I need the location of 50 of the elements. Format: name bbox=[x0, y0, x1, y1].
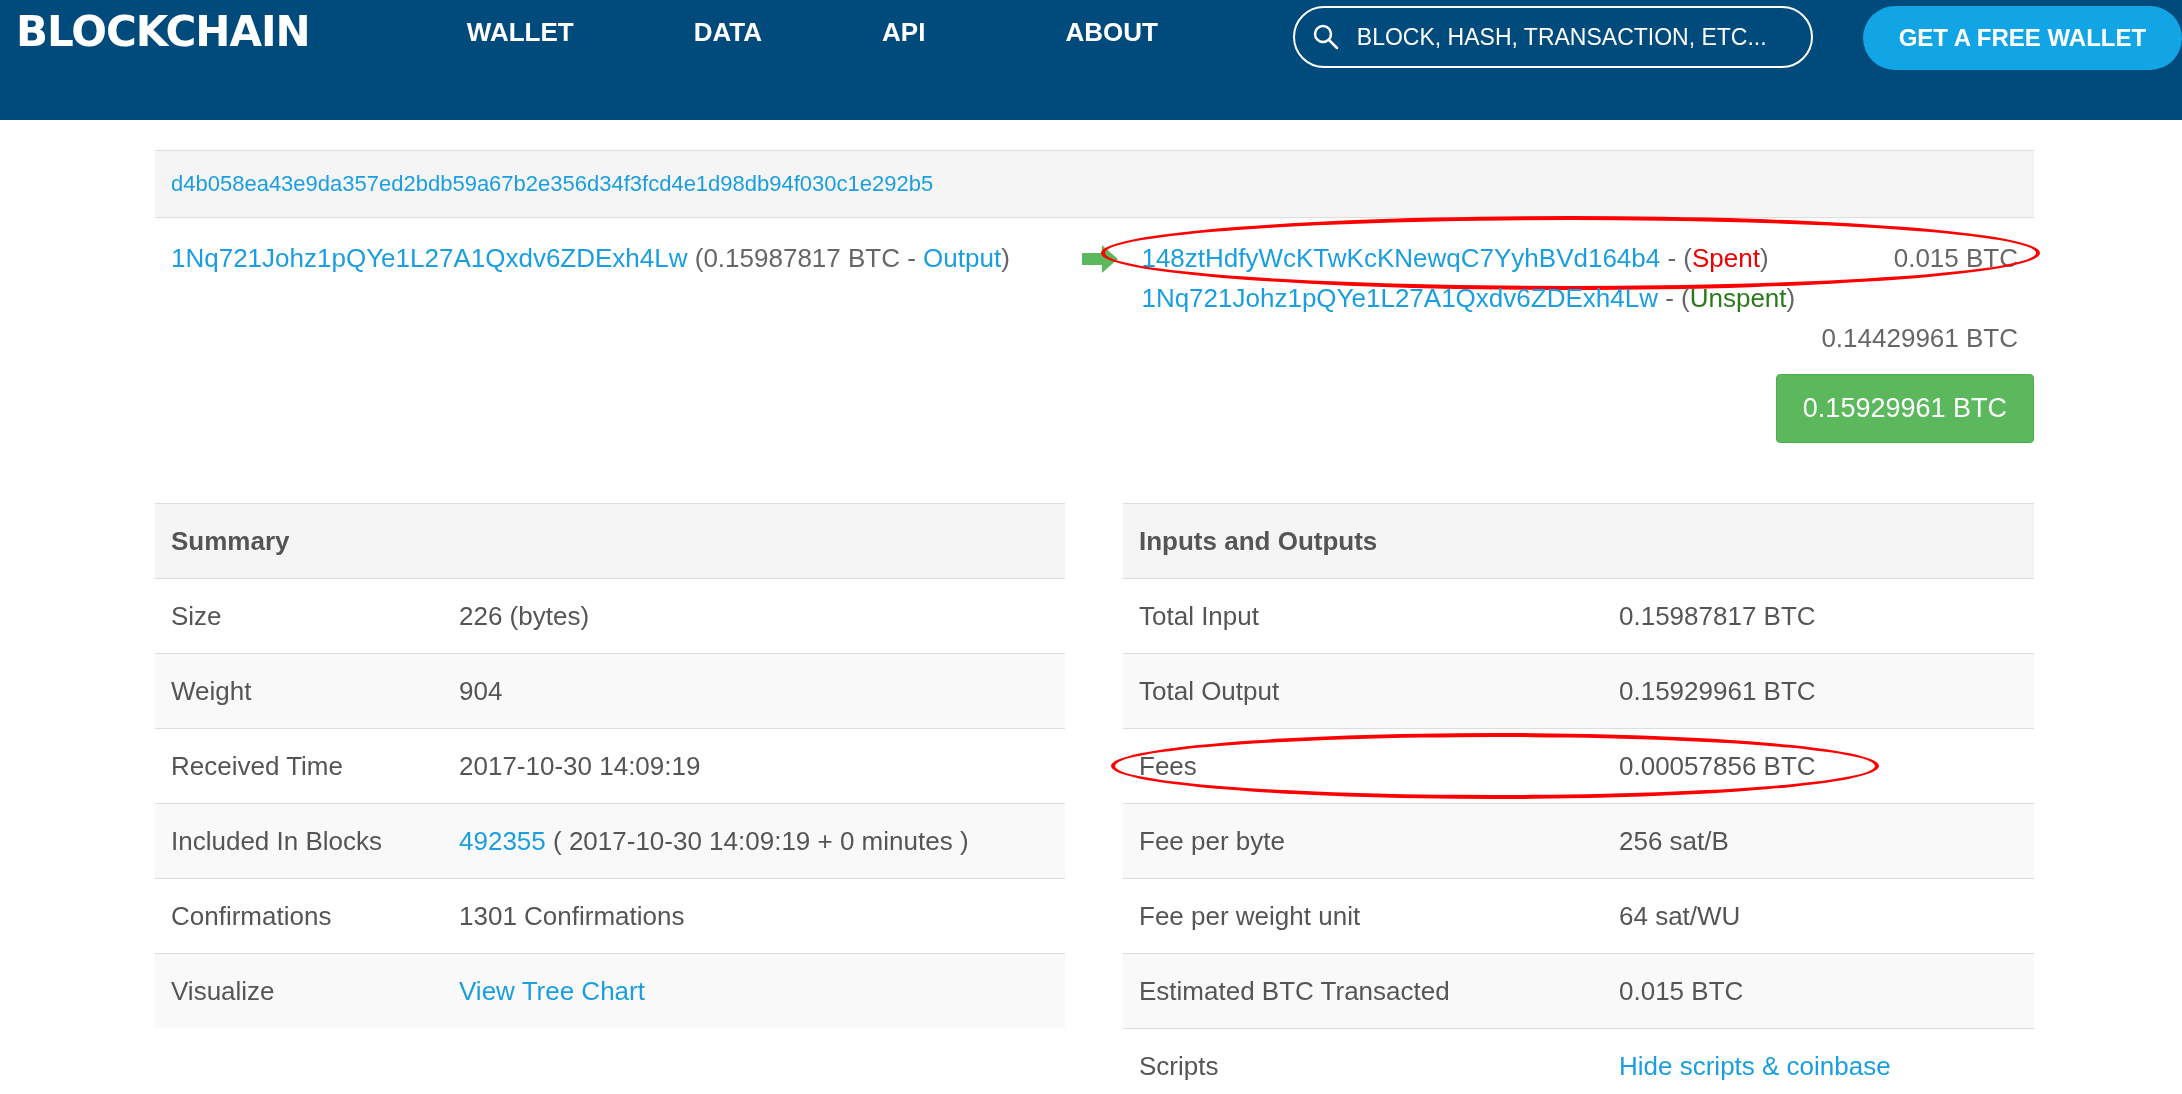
output-amount: 0.14429961 BTC bbox=[1820, 322, 2018, 355]
row-label: Confirmations bbox=[171, 900, 333, 932]
nav-link[interactable]: API bbox=[882, 16, 926, 48]
row-value: 2017-10-30 14:09:19 bbox=[459, 750, 701, 781]
nav-link[interactable]: WALLET bbox=[466, 16, 574, 48]
row-value: 1301 Confirmations bbox=[459, 900, 685, 931]
output-amount: 0.015 BTC bbox=[1892, 242, 2018, 275]
row-label: Fee per byte bbox=[1139, 825, 1286, 857]
row-label: Scripts bbox=[1139, 1050, 1220, 1082]
row-value: 256 sat/B bbox=[1619, 825, 1729, 856]
row-label: Included In Blocks bbox=[171, 825, 383, 857]
row-value: 64 sat/WU bbox=[1619, 900, 1741, 931]
search-icon bbox=[1312, 24, 1339, 50]
row-label: Received Time bbox=[171, 750, 344, 782]
row-value: 226 (bytes) bbox=[459, 600, 590, 631]
row-label: Fee per weight unit bbox=[1139, 900, 1362, 932]
row-value: 0.15987817 BTC bbox=[1619, 600, 1816, 631]
row-value: 904 bbox=[459, 675, 503, 706]
row-value: 0.015 BTC bbox=[1619, 975, 1744, 1006]
row-label: Total Output bbox=[1139, 675, 1281, 707]
search-field[interactable]: BLOCK, HASH, TRANSACTION, ETC... bbox=[1292, 6, 1813, 68]
value-link[interactable]: View Tree Chart bbox=[459, 975, 645, 1006]
table-title: Inputs and Outputs bbox=[1139, 525, 1378, 557]
value-link[interactable]: 492355 bbox=[459, 825, 546, 856]
value-link[interactable]: Hide scripts & coinbase bbox=[1619, 1050, 1891, 1081]
address-link[interactable]: 1Nq721Johz1pQYe1L27A1Qxdv6ZDExh4Lw bbox=[171, 243, 688, 273]
transaction-hash-link[interactable]: d4b058ea43e9da357ed2bdb59a67b2e356d34f3fcd4e1d98db94f030c1e292b5 bbox=[171, 171, 934, 196]
row-label: Visualize bbox=[171, 975, 276, 1007]
nav-link[interactable]: ABOUT bbox=[1065, 16, 1158, 48]
output-status: - (Spent) bbox=[1666, 242, 1769, 275]
row-label: Fees bbox=[1139, 750, 1198, 782]
total-amount-button[interactable]: 0.15929961 BTC bbox=[1775, 374, 2034, 443]
row-label: Total Input bbox=[1139, 600, 1260, 632]
row-label: Estimated BTC Transacted bbox=[1139, 975, 1451, 1007]
get-wallet-button[interactable]: GET A FREE WALLET bbox=[1862, 6, 2182, 70]
address-link[interactable]: 1Nq721Johz1pQYe1L27A1Qxdv6ZDExh4Lw bbox=[1141, 278, 1658, 318]
logo[interactable]: BLOCKCHAIN bbox=[16, 6, 427, 58]
row-value: 0.15929961 BTC bbox=[1619, 675, 1816, 706]
arrow-right-icon bbox=[1079, 244, 1120, 274]
nav-link[interactable]: DATA bbox=[693, 16, 763, 48]
output-status: - (Unspent) bbox=[1664, 282, 1796, 315]
bracket-text: ) bbox=[1001, 243, 1010, 273]
row-label: Size bbox=[171, 600, 223, 632]
amount-text: (0.15987817 BTC - bbox=[694, 243, 916, 273]
output-link[interactable]: Output bbox=[923, 243, 1002, 273]
table-title: Summary bbox=[171, 525, 290, 557]
row-label: Weight bbox=[171, 675, 253, 707]
address-link[interactable]: 148ztHdfyWcKTwKcKNewqC7YyhBVd164b4 bbox=[1141, 238, 1661, 278]
row-value: ( 2017-10-30 14:09:19 + 0 minutes ) bbox=[553, 825, 969, 856]
row-value: 0.00057856 BTC bbox=[1619, 750, 1816, 781]
